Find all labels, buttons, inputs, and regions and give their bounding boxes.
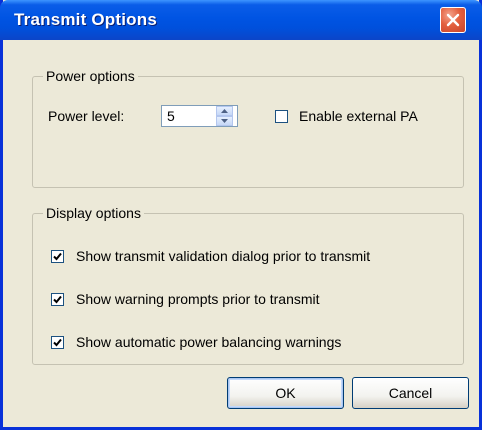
close-icon [446, 13, 460, 27]
show-warning-prompts-checkbox[interactable] [51, 293, 64, 306]
show-power-balancing-checkbox[interactable] [51, 336, 64, 349]
spin-down-icon [221, 119, 228, 123]
spin-up-icon [221, 109, 228, 113]
checkmark-icon [53, 252, 62, 261]
spin-down-button[interactable] [216, 116, 233, 126]
power-level-spinner[interactable]: 5 [161, 105, 238, 127]
display-options-legend: Display options [43, 205, 144, 221]
cancel-button[interactable]: Cancel [352, 377, 469, 409]
spin-up-button[interactable] [216, 106, 233, 116]
power-options-group: Power options [32, 68, 464, 188]
ok-button[interactable]: OK [227, 377, 344, 409]
enable-external-pa-label[interactable]: Enable external PA [299, 108, 418, 124]
checkmark-icon [53, 338, 62, 347]
power-level-label: Power level: [48, 108, 125, 124]
show-validation-dialog-checkbox[interactable] [51, 250, 64, 263]
transmit-options-dialog: Transmit Options Power options Power lev… [0, 0, 482, 430]
window-title: Transmit Options [14, 10, 157, 29]
title-bar[interactable]: Transmit Options [0, 0, 482, 40]
show-power-balancing-label[interactable]: Show automatic power balancing warnings [76, 334, 341, 350]
checkmark-icon [53, 295, 62, 304]
power-options-legend: Power options [43, 68, 138, 84]
show-warning-prompts-label[interactable]: Show warning prompts prior to transmit [76, 291, 320, 307]
enable-external-pa-checkbox[interactable] [275, 110, 288, 123]
close-button[interactable] [440, 7, 466, 33]
power-level-value[interactable]: 5 [167, 107, 175, 125]
show-validation-dialog-label[interactable]: Show transmit validation dialog prior to… [76, 248, 370, 264]
